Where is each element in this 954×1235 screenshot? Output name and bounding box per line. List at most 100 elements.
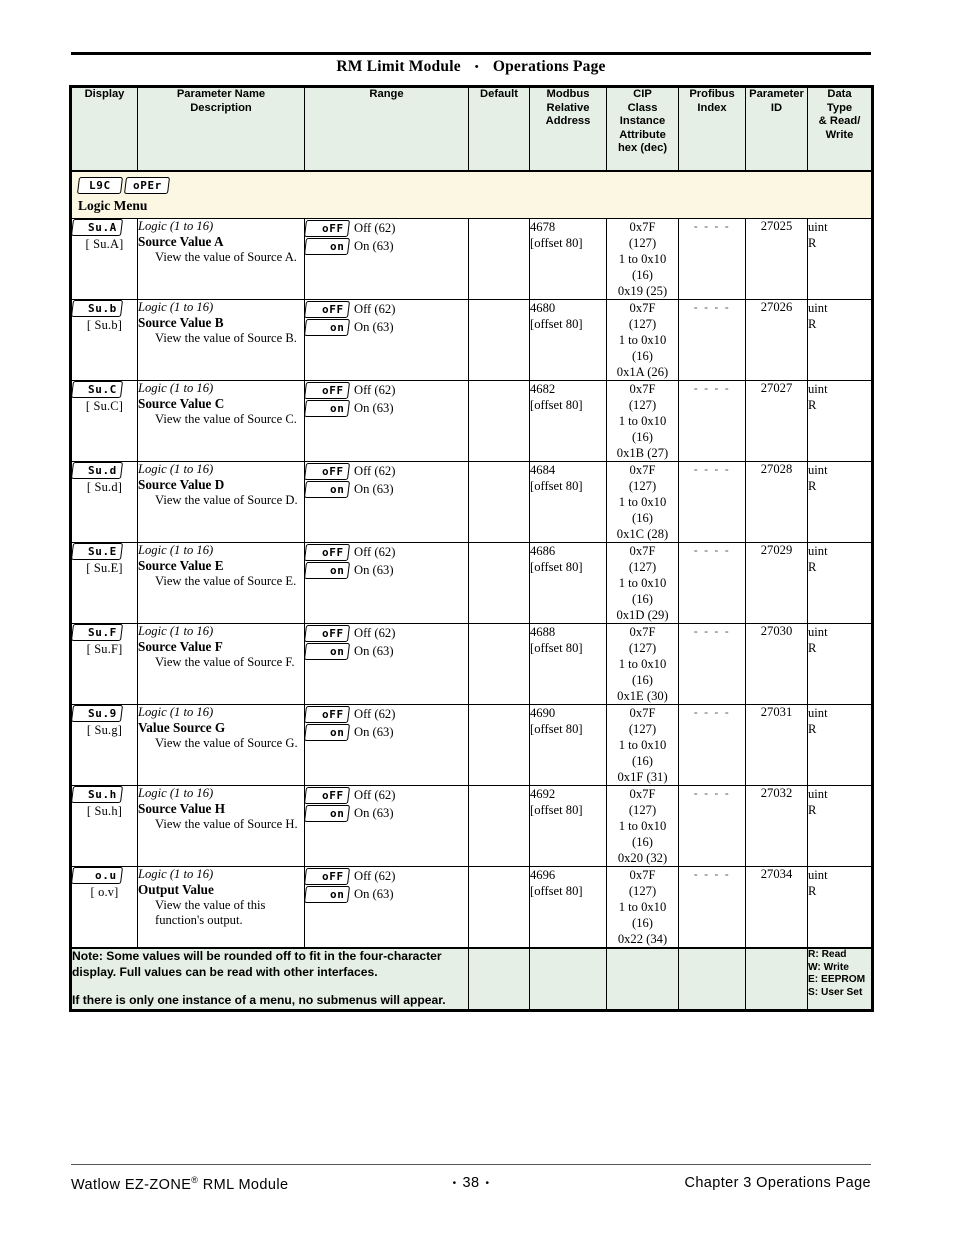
lcd-range-chip: on bbox=[303, 724, 351, 742]
table-header-row: Display Parameter Name Description Range… bbox=[71, 87, 872, 172]
range-option: on On (63) bbox=[303, 319, 468, 337]
range-option-label: On (63) bbox=[354, 563, 394, 578]
parameter-description: View the value of Source H. bbox=[155, 817, 298, 832]
cell-range: oFF Off (62) on On (63) bbox=[303, 542, 469, 624]
cip-line: 0x1F (31) bbox=[617, 770, 668, 784]
lcd-menu-logic-text: L9C bbox=[89, 179, 111, 192]
display-alt-text: [ Su.E] bbox=[86, 561, 123, 575]
data-type-value: uint bbox=[808, 868, 828, 882]
table-header: Display Parameter Name Description Range… bbox=[71, 87, 872, 172]
display-alt-text: [ o.v] bbox=[90, 885, 119, 899]
lcd-range-chip: oFF bbox=[303, 543, 351, 561]
cip-line: 0x7F bbox=[629, 868, 656, 882]
cell-cip: 0x7F (127) 1 to 0x10 (16) 0x1E (30) bbox=[606, 623, 679, 705]
cell-display: Su.h [ Su.h] bbox=[70, 785, 138, 867]
column-header-default: Default bbox=[468, 87, 530, 172]
read-write-flag: R bbox=[808, 884, 817, 898]
lcd-display-chip: Su.E bbox=[70, 543, 124, 560]
parameter-scope: Logic (1 to 16) bbox=[138, 543, 214, 557]
range-option-label: On (63) bbox=[354, 806, 394, 821]
lcd-range-text: oFF bbox=[322, 302, 344, 316]
cip-line: 0x1D (29) bbox=[616, 608, 669, 622]
cell-modbus: 4692 [offset 80] bbox=[529, 785, 607, 867]
cell-default bbox=[468, 461, 530, 543]
cip-line: 1 to 0x10 bbox=[618, 333, 667, 347]
profibus-index: - - - - bbox=[693, 381, 731, 395]
lcd-range-chip: on bbox=[303, 481, 351, 499]
column-header-parameter-line1: Parameter Name bbox=[176, 88, 266, 100]
cell-range: oFF Off (62) on On (63) bbox=[303, 218, 469, 300]
parameter-name: Output Value bbox=[138, 882, 214, 898]
range-option-label: Off (62) bbox=[354, 544, 396, 559]
parameter-name: Source Value A bbox=[138, 234, 224, 250]
column-header-modbus-line1: Modbus bbox=[546, 88, 590, 100]
cip-line: (16) bbox=[632, 754, 653, 768]
cell-parameter-id: 27025 bbox=[745, 218, 808, 300]
column-header-default-label: Default bbox=[480, 88, 518, 100]
note-cell: Note: Some values will be rounded off to… bbox=[71, 947, 469, 1010]
cell-parameter: Logic (1 to 16) Source Value E View the va… bbox=[137, 542, 305, 624]
cell-cip: 0x7F (127) 1 to 0x10 (16) 0x1B (27) bbox=[606, 380, 679, 462]
cip-line: 0x1C (28) bbox=[616, 527, 669, 541]
cip-line: 0x7F bbox=[629, 220, 656, 234]
lcd-display-text: Su.F bbox=[88, 626, 117, 639]
table-row: Su.9 [ Su.g] Logic (1 to 16) Value Source G… bbox=[70, 704, 872, 786]
cip-line: (127) bbox=[628, 398, 657, 412]
range-option: on On (63) bbox=[303, 562, 468, 580]
cip-line: 0x7F bbox=[629, 301, 656, 315]
cell-parameter: Logic (1 to 16) Source Value C View the va… bbox=[137, 380, 305, 462]
range-option-label: Off (62) bbox=[354, 706, 396, 721]
parameter-description: View the value of Source D. bbox=[155, 493, 298, 508]
cell-range: oFF Off (62) on On (63) bbox=[303, 704, 469, 786]
lcd-range-text: on bbox=[329, 402, 344, 416]
range-option: on On (63) bbox=[303, 481, 468, 499]
read-write-flag: R bbox=[808, 560, 817, 574]
modbus-address: 4690 bbox=[530, 706, 556, 720]
parameter-name: Source Value C bbox=[138, 396, 225, 412]
profibus-index: - - - - bbox=[693, 705, 731, 719]
lcd-display-chip: Su.h bbox=[70, 786, 124, 803]
cell-default bbox=[468, 785, 530, 867]
range-option-label: On (63) bbox=[354, 401, 394, 416]
operations-parameter-table: Display Parameter Name Description Range… bbox=[69, 85, 874, 1012]
lcd-range-text: oFF bbox=[322, 707, 344, 721]
table-row: Su.b [ Su.b] Logic (1 to 16) Source Value B… bbox=[70, 299, 872, 381]
data-type-value: uint bbox=[808, 787, 828, 801]
cip-line: (127) bbox=[628, 236, 657, 250]
lcd-range-chip: oFF bbox=[303, 381, 351, 399]
cell-default bbox=[468, 704, 530, 786]
modbus-address: 4686 bbox=[530, 544, 556, 558]
lcd-range-text: on bbox=[329, 321, 344, 335]
note-spacer-profibus bbox=[678, 947, 746, 1010]
cip-line: (16) bbox=[632, 916, 653, 930]
modbus-offset: [offset 80] bbox=[530, 560, 583, 574]
table-row: Su.d [ Su.d] Logic (1 to 16) Source Value D… bbox=[70, 461, 872, 543]
display-alt-text: [ Su.g] bbox=[86, 723, 123, 737]
cell-parameter-id: 27031 bbox=[745, 704, 808, 786]
cip-line: (16) bbox=[632, 430, 653, 444]
range-option-label: On (63) bbox=[354, 887, 394, 902]
lcd-range-chip: on bbox=[303, 562, 351, 580]
footer-chapter: Chapter 3 Operations Page bbox=[684, 1175, 871, 1191]
cell-profibus: - - - - bbox=[678, 542, 746, 624]
range-option: oFF Off (62) bbox=[303, 705, 468, 723]
parameter-name: Source Value E bbox=[138, 558, 224, 574]
range-option-label: On (63) bbox=[354, 482, 394, 497]
parameter-id-value: 27027 bbox=[760, 381, 793, 395]
header-rule bbox=[71, 52, 871, 55]
read-write-flag: R bbox=[808, 641, 817, 655]
lcd-range-text: oFF bbox=[322, 383, 344, 397]
cell-profibus: - - - - bbox=[678, 380, 746, 462]
cell-profibus: - - - - bbox=[678, 218, 746, 300]
data-type-value: uint bbox=[808, 382, 828, 396]
column-header-cip-line5: hex (dec) bbox=[617, 142, 668, 154]
cell-default bbox=[468, 218, 530, 300]
parameter-description: View the value of Source A. bbox=[155, 250, 297, 265]
column-header-cip-line1: CIP bbox=[633, 88, 652, 100]
cell-parameter: Logic (1 to 16) Output Value View the valu… bbox=[137, 866, 305, 949]
modbus-address: 4688 bbox=[530, 625, 556, 639]
data-type-value: uint bbox=[808, 706, 828, 720]
range-option: oFF Off (62) bbox=[303, 462, 468, 480]
read-write-flag: R bbox=[808, 803, 817, 817]
cip-line: 0x7F bbox=[629, 787, 656, 801]
